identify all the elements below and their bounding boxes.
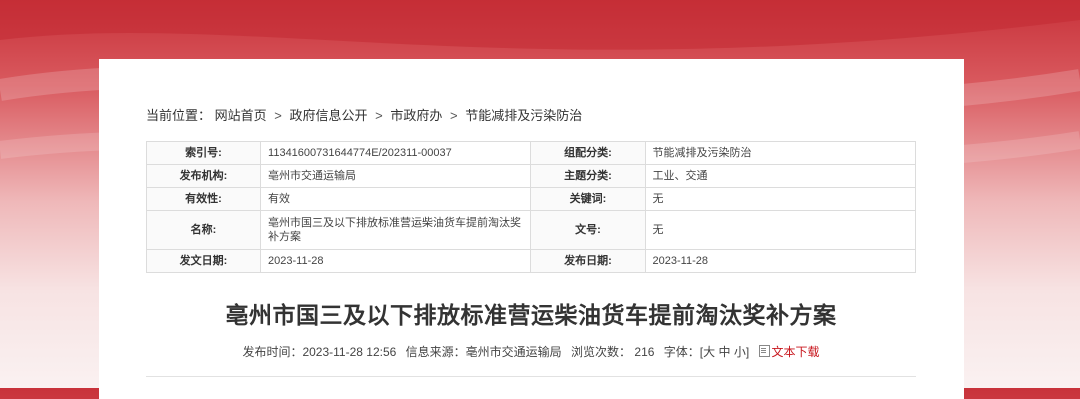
font-small-button[interactable]: 小	[734, 345, 746, 359]
doc-no-value: 无	[644, 210, 917, 250]
font-size-switcher: 字体：[大 中 小]	[664, 345, 749, 359]
font-medium-button[interactable]: 中	[718, 345, 730, 359]
publisher-label: 发布机构:	[145, 164, 262, 188]
publisher-value: 亳州市交通运输局	[260, 164, 532, 188]
validity-value: 有效	[260, 187, 532, 211]
info-source-value: 亳州市交通运输局	[465, 345, 562, 359]
category-label: 组配分类:	[530, 141, 646, 165]
view-count: 浏览次数： 216	[571, 345, 654, 359]
keywords-label: 关键词:	[530, 187, 646, 211]
info-source-label: 信息来源：	[405, 345, 466, 359]
breadcrumb-link-city-office[interactable]: 市政府办	[390, 108, 442, 123]
issue-date-value: 2023-11-28	[260, 249, 532, 273]
font-large-button[interactable]: 大	[703, 345, 715, 359]
font-size-label: 字体：[	[663, 345, 704, 359]
document-metadata-table: 索引号: 11341600731644774E/202311-00037 组配分…	[145, 141, 917, 273]
index-no-label: 索引号:	[145, 141, 262, 165]
breadcrumb-link-gov-info[interactable]: 政府信息公开	[290, 108, 368, 123]
topic-label: 主题分类:	[530, 164, 646, 188]
name-value: 亳州市国三及以下排放标准营运柴油货车提前淘汰奖补方案	[260, 210, 532, 250]
name-label: 名称:	[145, 210, 262, 250]
text-download-button[interactable]: 文本下载	[758, 345, 820, 359]
table-row: 发文日期: 2023-11-28 发布日期: 2023-11-28	[145, 249, 917, 273]
publish-time-label: 发布时间：	[242, 345, 303, 359]
validity-label: 有效性:	[145, 187, 262, 211]
breadcrumb-link-home[interactable]: 网站首页	[215, 108, 267, 123]
view-count-value: 216	[634, 345, 655, 359]
category-value: 节能减排及污染防治	[644, 141, 917, 165]
table-row: 名称: 亳州市国三及以下排放标准营运柴油货车提前淘汰奖补方案 文号: 无	[145, 210, 917, 250]
doc-no-label: 文号:	[530, 210, 646, 250]
breadcrumb-separator: >	[450, 108, 458, 123]
keywords-value: 无	[644, 187, 917, 211]
index-no-value: 11341600731644774E/202311-00037	[260, 141, 532, 165]
view-count-label: 浏览次数：	[571, 345, 632, 359]
text-download-label: 文本下载	[771, 345, 820, 359]
font-size-bracket: ]	[745, 345, 750, 359]
publish-date-value: 2023-11-28	[644, 249, 917, 273]
issue-date-label: 发文日期:	[145, 249, 262, 273]
article-title: 亳州市国三及以下排放标准营运柴油货车提前淘汰奖补方案	[225, 302, 837, 328]
breadcrumb-separator: >	[375, 108, 383, 123]
table-row: 索引号: 11341600731644774E/202311-00037 组配分…	[145, 141, 917, 165]
topic-value: 工业、交通	[644, 164, 917, 188]
document-icon	[758, 345, 770, 357]
divider	[146, 376, 916, 377]
breadcrumb-label: 当前位置：	[146, 108, 212, 123]
breadcrumb-link-energy[interactable]: 节能减排及污染防治	[465, 108, 582, 123]
article-info-bar: 发布时间：2023-11-28 12:56 信息来源：亳州市交通运输局 浏览次数…	[146, 343, 916, 360]
table-row: 发布机构: 亳州市交通运输局 主题分类: 工业、交通	[145, 164, 917, 188]
publish-date-label: 发布日期:	[530, 249, 646, 273]
table-row: 有效性: 有效 关键词: 无	[145, 187, 917, 211]
publish-time: 发布时间：2023-11-28 12:56	[242, 345, 396, 359]
breadcrumb: 当前位置： 网站首页 > 政府信息公开 > 市政府办 > 节能减排及污染防治	[146, 107, 582, 125]
publish-time-value: 2023-11-28 12:56	[302, 345, 397, 359]
breadcrumb-separator: >	[274, 108, 282, 123]
info-source: 信息来源：亳州市交通运输局	[406, 345, 562, 359]
